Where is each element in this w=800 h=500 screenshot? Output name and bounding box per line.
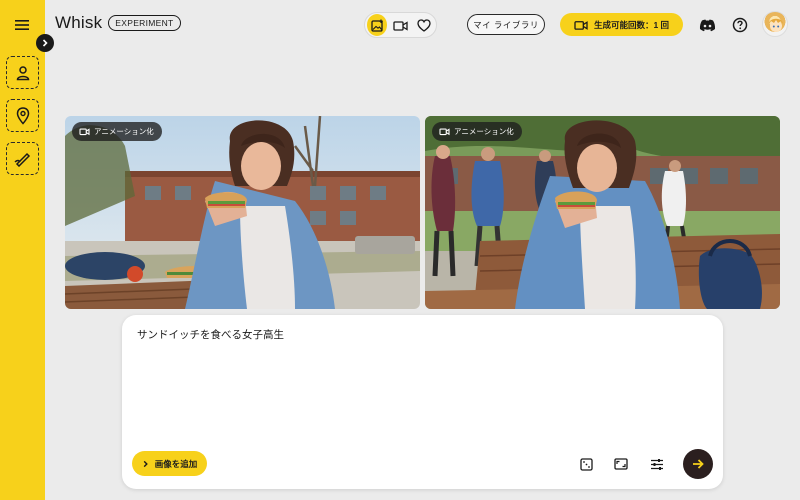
settings-button[interactable] [648, 455, 666, 473]
generation-count-button[interactable]: 生成可能回数：1 回 [560, 13, 683, 36]
user-avatar[interactable] [762, 11, 788, 37]
discord-button[interactable] [698, 16, 716, 34]
video-icon [574, 20, 588, 30]
menu-icon [15, 20, 29, 30]
aspect-ratio-icon [614, 458, 628, 470]
add-image-label: 画像を追加 [154, 458, 198, 469]
generated-image-2-picture [425, 116, 780, 309]
submit-button[interactable] [683, 449, 713, 479]
my-library-button[interactable]: マイ ライブラリ [467, 14, 545, 35]
generated-image-1-picture [65, 116, 420, 309]
style-tool-button[interactable] [6, 142, 39, 175]
location-pin-icon [16, 106, 29, 125]
experiment-badge: EXPERIMENT [108, 15, 181, 31]
heart-icon [417, 18, 431, 32]
random-button[interactable] [577, 455, 595, 473]
discord-icon [699, 19, 715, 31]
add-image-button[interactable]: 画像を追加 [132, 451, 207, 476]
video-icon [439, 128, 450, 136]
video-icon [79, 128, 90, 136]
generation-count-label: 生成可能回数：1 回 [593, 19, 670, 30]
mode-switcher [364, 12, 437, 38]
menu-button[interactable] [12, 15, 32, 35]
animate-button-1[interactable]: アニメーション化 [72, 122, 162, 141]
logo-text: Whisk [55, 13, 103, 32]
logo[interactable]: Whisk EXPERIMENT [55, 13, 181, 33]
aspect-ratio-button[interactable] [612, 455, 630, 473]
prompt-panel: サンドイッチを食べる女子高生 画像を追加 [122, 315, 723, 489]
help-icon [732, 17, 748, 33]
sidebar [0, 0, 45, 500]
sliders-icon [651, 458, 663, 470]
dice-icon [579, 457, 593, 471]
favorites-button[interactable] [414, 14, 434, 36]
prompt-input[interactable]: サンドイッチを食べる女子高生 [137, 327, 284, 342]
generated-image-2[interactable]: アニメーション化 [425, 116, 780, 309]
generated-image-1[interactable]: アニメーション化 [65, 116, 420, 309]
image-mode-button[interactable] [367, 14, 388, 36]
chevron-right-icon [143, 460, 148, 467]
image-plus-icon [371, 19, 383, 32]
subject-tool-button[interactable] [6, 56, 39, 89]
scene-tool-button[interactable] [6, 99, 39, 132]
video-mode-button[interactable] [390, 14, 410, 36]
video-icon [393, 20, 408, 31]
brush-icon [13, 152, 30, 167]
animate-label-1: アニメーション化 [94, 127, 154, 136]
arrow-right-icon [693, 459, 704, 469]
person-icon [16, 65, 29, 80]
expand-sidebar-button[interactable] [36, 34, 54, 52]
chevron-right-icon [42, 39, 48, 47]
animate-button-2[interactable]: アニメーション化 [432, 122, 522, 141]
help-button[interactable] [731, 16, 749, 34]
animate-label-2: アニメーション化 [454, 127, 514, 136]
avatar-illustration-icon [769, 18, 783, 32]
